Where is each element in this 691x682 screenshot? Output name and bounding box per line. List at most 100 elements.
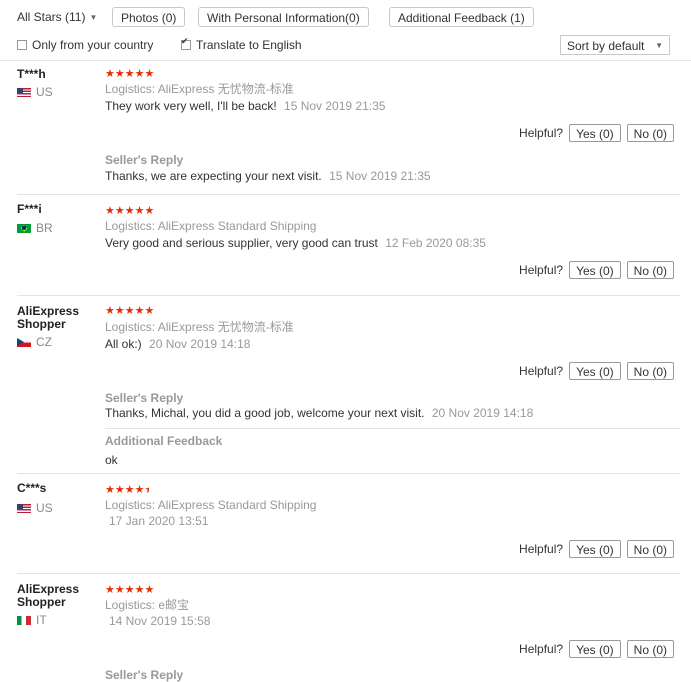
filter-bar: All Stars (11) ▼ Photos (0) With Personal… xyxy=(0,0,691,61)
logistics-line: Logistics: e邮宝 xyxy=(105,598,189,613)
review-text-line: 14 Nov 2019 15:58 xyxy=(105,614,210,629)
helpful-label: Helpful? xyxy=(519,542,564,556)
additional-feedback-divider xyxy=(105,428,680,429)
logistics-line: Logistics: AliExpress Standard Shipping xyxy=(105,219,316,234)
additional-feedback-line: ok xyxy=(105,453,118,468)
seller-reply-text: Thanks, Michal, you did a good job, welc… xyxy=(105,406,425,420)
reviewer-country: US xyxy=(17,85,53,99)
translate-label: Translate to English xyxy=(196,38,302,52)
logistics-value: e邮宝 xyxy=(158,598,190,612)
logistics-value: AliExpress Standard Shipping xyxy=(157,498,317,512)
reviewer-country: BR xyxy=(17,221,53,235)
seller-reply-heading: Seller's Reply xyxy=(105,668,184,682)
helpful-no-button[interactable]: No (0) xyxy=(626,124,674,142)
only-country-checkbox[interactable] xyxy=(17,40,27,50)
reviewer-name: AliExpress Shopper xyxy=(17,304,80,331)
seller-reply-heading: Seller's Reply xyxy=(105,153,184,167)
chevron-down-icon: ▼ xyxy=(655,41,663,50)
reviewer-country: US xyxy=(17,501,53,515)
star-rating: ★★★★★ xyxy=(105,68,155,80)
reviewer-country: CZ xyxy=(17,335,52,349)
helpful-no-button[interactable]: No (0) xyxy=(626,540,674,558)
helpful-controls: Helpful? Yes (0) No (0) xyxy=(519,540,674,558)
reviewer-name: T***h xyxy=(17,67,46,81)
logistics-label: Logistics: xyxy=(105,82,156,96)
cz-flag-icon xyxy=(17,337,31,347)
helpful-controls: Helpful? Yes (0) No (0) xyxy=(519,362,674,380)
br-flag-icon xyxy=(17,223,31,233)
seller-reply-date: 20 Nov 2019 14:18 xyxy=(431,406,534,420)
star-rating: ★★★★★ xyxy=(105,584,155,596)
review-text-line: 17 Jan 2020 13:51 xyxy=(105,514,208,529)
additional-feedback-filter-button[interactable]: Additional Feedback (1) xyxy=(389,7,534,27)
review-divider xyxy=(17,573,680,574)
review-date: 14 Nov 2019 15:58 xyxy=(109,614,211,628)
sort-label: Sort by default xyxy=(567,39,645,53)
helpful-label: Helpful? xyxy=(519,364,564,378)
review-text: Very good and serious supplier, very goo… xyxy=(105,236,378,250)
translate-checkbox[interactable] xyxy=(181,36,191,50)
review-divider xyxy=(17,194,680,195)
star-rating: ★★★★★ xyxy=(105,305,155,317)
country-code: BR xyxy=(36,221,53,235)
half-star-icon: ★ xyxy=(144,485,150,496)
logistics-value: AliExpress Standard Shipping xyxy=(157,219,317,233)
helpful-yes-button[interactable]: Yes (0) xyxy=(569,362,621,380)
helpful-label: Helpful? xyxy=(519,642,564,656)
us-flag-icon xyxy=(17,87,31,97)
review-date: 17 Jan 2020 13:51 xyxy=(109,514,209,528)
helpful-yes-button[interactable]: Yes (0) xyxy=(569,540,621,558)
star-rating: ★★★★★ xyxy=(105,485,149,496)
helpful-no-button[interactable]: No (0) xyxy=(626,261,674,279)
helpful-no-button[interactable]: No (0) xyxy=(626,640,674,658)
personal-info-filter-button[interactable]: With Personal Information(0) xyxy=(198,7,369,27)
helpful-no-button[interactable]: No (0) xyxy=(626,362,674,380)
reviewer-name: F***i xyxy=(17,202,42,216)
logistics-label: Logistics: xyxy=(105,598,156,612)
logistics-label: Logistics: xyxy=(105,320,156,334)
chevron-down-icon: ▼ xyxy=(89,13,98,22)
seller-reply-heading: Seller's Reply xyxy=(105,391,184,405)
review-text-line: They work very well, I'll be back! 15 No… xyxy=(105,99,385,114)
additional-feedback-heading: Additional Feedback xyxy=(105,434,223,448)
helpful-controls: Helpful? Yes (0) No (0) xyxy=(519,261,674,279)
country-code: US xyxy=(36,501,53,515)
star-filter-dropdown[interactable]: All Stars (11) ▼ xyxy=(17,10,97,24)
logistics-label: Logistics: xyxy=(105,498,156,512)
us-flag-icon xyxy=(17,503,31,513)
only-country-option[interactable]: Only from your country xyxy=(17,38,153,52)
helpful-label: Helpful? xyxy=(519,126,564,140)
logistics-line: Logistics: AliExpress 无忧物流-标准 xyxy=(105,82,294,97)
helpful-label: Helpful? xyxy=(519,263,564,277)
reviewer-name: AliExpress Shopper xyxy=(17,582,80,609)
photos-filter-button[interactable]: Photos (0) xyxy=(112,7,186,27)
sort-select[interactable]: Sort by default ▼ xyxy=(560,35,670,55)
star-rating: ★★★★★ xyxy=(105,205,155,217)
review-text-line: All ok:) 20 Nov 2019 14:18 xyxy=(105,337,250,352)
review-date: 20 Nov 2019 14:18 xyxy=(149,337,251,351)
logistics-value: AliExpress 无忧物流-标准 xyxy=(157,320,294,334)
reviewer-name: C***s xyxy=(17,481,47,495)
seller-reply-date: 15 Nov 2019 21:35 xyxy=(329,169,431,183)
only-country-label: Only from your country xyxy=(32,38,154,52)
helpful-yes-button[interactable]: Yes (0) xyxy=(569,640,621,658)
seller-reply-line: Thanks, Michal, you did a good job, welc… xyxy=(105,406,533,421)
helpful-yes-button[interactable]: Yes (0) xyxy=(569,124,621,142)
country-code: CZ xyxy=(36,335,52,349)
star-filter-label: All Stars (11) xyxy=(17,10,86,24)
helpful-yes-button[interactable]: Yes (0) xyxy=(569,261,621,279)
review-text: All ok:) xyxy=(105,337,142,351)
logistics-value: AliExpress 无忧物流-标准 xyxy=(157,82,294,96)
review-date: 12 Feb 2020 08:35 xyxy=(385,236,486,250)
country-code: US xyxy=(36,85,53,99)
full-stars: ★★★★ xyxy=(105,484,145,496)
country-code: IT xyxy=(36,613,47,627)
additional-feedback-text: ok xyxy=(105,453,118,467)
seller-reply-text: Thanks, we are expecting your next visit… xyxy=(105,169,322,183)
review-text-line: Very good and serious supplier, very goo… xyxy=(105,236,486,251)
review-date: 15 Nov 2019 21:35 xyxy=(284,99,386,113)
translate-option[interactable]: Translate to English xyxy=(181,36,302,52)
helpful-controls: Helpful? Yes (0) No (0) xyxy=(519,124,674,142)
review-divider xyxy=(17,295,680,296)
seller-reply-line: Thanks, we are expecting your next visit… xyxy=(105,169,431,184)
